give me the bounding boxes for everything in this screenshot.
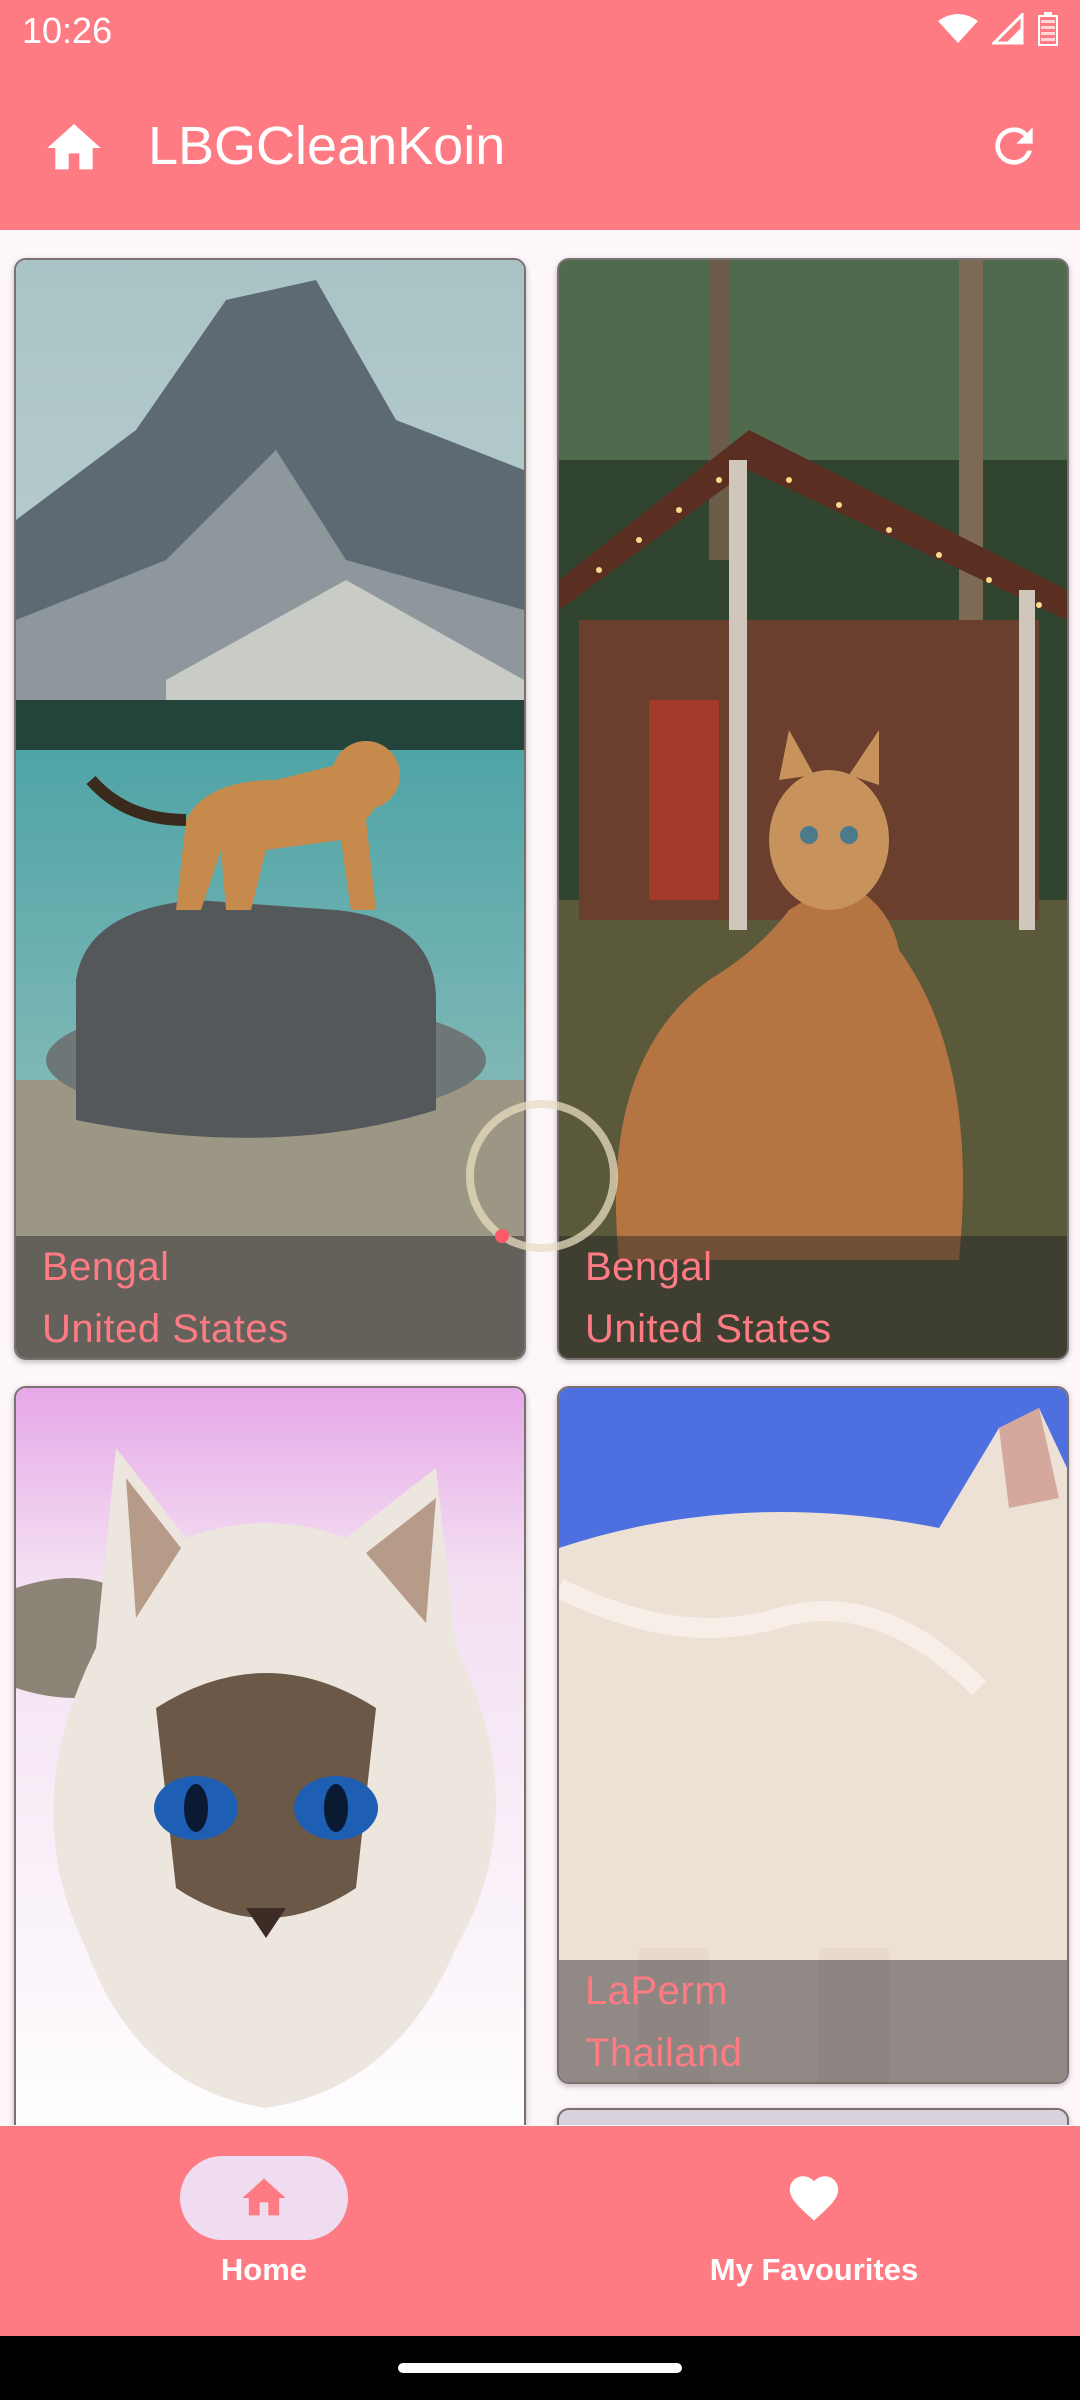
signal-icon [992, 13, 1024, 45]
cat-breed: Bengal [585, 1245, 713, 1289]
cat-breed: Bengal [42, 1245, 170, 1289]
status-time: 10:26 [22, 10, 113, 51]
wifi-icon [938, 14, 978, 43]
heart-icon [789, 2176, 839, 2221]
cat-photo [16, 1388, 524, 2125]
home-icon [242, 2178, 286, 2216]
nav-indicator [180, 2156, 348, 2240]
nav-indicator [730, 2156, 898, 2240]
nav-label-favourites: My Favourites [709, 2252, 919, 2287]
status-icons [938, 12, 1058, 46]
gesture-handle[interactable] [398, 2363, 682, 2373]
battery-icon [1038, 12, 1058, 46]
home-icon[interactable] [42, 116, 106, 180]
refresh-button[interactable] [978, 110, 1050, 182]
system-navigation-bar [0, 2336, 1080, 2400]
loading-spinner [466, 1100, 618, 1252]
card-caption: Bengal United States [16, 1236, 524, 1358]
cat-photo [559, 260, 1067, 1358]
cat-card[interactable]: Bengal United States [557, 258, 1069, 1360]
cat-origin: Thailand [585, 2031, 743, 2075]
cat-origin: United States [42, 1307, 289, 1351]
bottom-navigation: Home My Favourites [0, 2126, 1080, 2336]
cat-breed: LaPerm [585, 1969, 729, 2013]
refresh-icon [995, 127, 1033, 165]
nav-label-home: Home [220, 2252, 308, 2287]
app-bar: LBGCleanKoin [0, 64, 1080, 230]
status-bar: 10:26 [0, 0, 1080, 64]
nav-item-favourites[interactable]: My Favourites [664, 2156, 964, 2316]
nav-item-home[interactable]: Home [114, 2156, 414, 2316]
cat-card[interactable] [14, 1386, 526, 2125]
cat-origin: United States [585, 1307, 832, 1351]
cat-photo [16, 260, 524, 1358]
cat-card[interactable]: LaPerm Thailand [557, 1386, 1069, 2084]
card-caption: Bengal United States [559, 1236, 1067, 1358]
cat-card[interactable] [557, 2108, 1069, 2125]
cat-card[interactable]: Bengal United States [14, 258, 526, 1360]
app-title: LBGCleanKoin [148, 116, 506, 176]
card-caption: LaPerm Thailand [559, 1960, 1067, 2082]
